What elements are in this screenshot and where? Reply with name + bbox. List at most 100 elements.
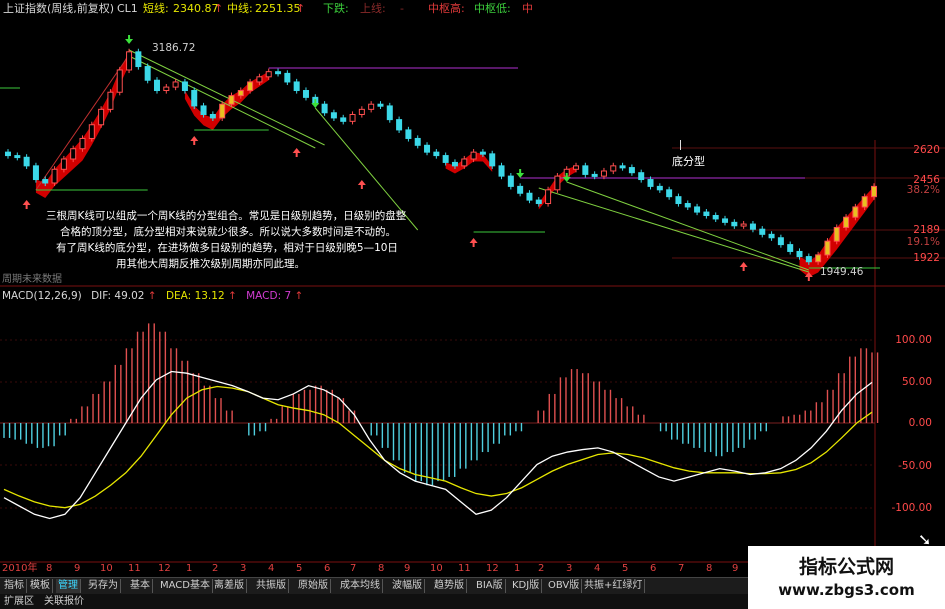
watermark-url: www.zbgs3.com [778,581,915,599]
macd-histogram [3,323,879,520]
candle-body [694,206,701,213]
candle-body [815,254,822,263]
x-tick: 8 [378,563,385,574]
candle-body [32,165,39,181]
tab-extension[interactable]: 扩展区 [4,595,34,608]
x-tick: 4 [268,563,275,574]
candle-body [302,90,309,98]
tab-deviation[interactable]: 离差版 [212,579,247,593]
macd-tick-neg100: -100.00 [891,502,932,514]
tab-macd-basic[interactable]: MACD基本 [158,579,213,593]
dea-value: 13.12 [194,290,225,302]
candle-body [79,137,86,150]
candle-body [656,185,663,191]
tab-cost-ma[interactable]: 成本均线 [338,579,383,593]
candle-body [638,172,645,181]
tab-save-as[interactable]: 另存为 [86,579,121,593]
candle-body [414,137,421,146]
candle-body [479,151,486,155]
x-tick: 6 [650,563,657,574]
x-tick: 10 [100,563,113,574]
indicator-tab-bar: 指标 模板 管理 另存为 基本 MACD基本 离差版 共振版 原始版 成本均线 … [0,577,750,594]
tab-kdj[interactable]: KDJ版 [510,579,543,593]
tab-amplitude[interactable]: 波幅版 [390,579,425,593]
candle-body [545,189,552,205]
annotation-line-4: 用其他大周期反推次级别周期亦同此理。 [116,258,305,270]
x-tick: 9 [732,563,739,574]
tab-original[interactable]: 原始版 [296,579,331,593]
tab-related-quote[interactable]: 关联报价 [44,595,84,608]
candle-body [591,173,598,177]
candle-body [284,72,291,83]
macd-title: MACD(12,26,9) [2,290,82,302]
candle-body [126,51,133,71]
price-tick-2620: 2620 [913,144,940,156]
candle-body [749,223,756,230]
macd-value-label: MACD: [246,290,282,302]
trend-line-up [35,54,130,191]
candle-body [275,71,282,75]
tab-manage[interactable]: 管理 [56,579,81,593]
red-trend-band [184,71,269,131]
candle-body [433,151,440,157]
dif-arrow-icon: ↑ [147,290,157,302]
low-price-label: 1949.46 [820,266,864,278]
candle-body [228,95,235,105]
macd-tick-0: 0.00 [908,417,932,429]
candle-body [256,76,263,83]
candle-body [368,103,375,110]
x-tick: 2010年 [2,563,38,574]
tab-template[interactable]: 模板 [28,579,53,593]
candle-body [14,155,21,159]
price-tick-1922: 1922 [913,252,940,264]
tab-indicator[interactable]: 指标 [2,579,27,593]
candle-body [321,103,328,114]
candle-body [405,129,412,139]
candle-body [526,192,533,201]
bottom-bar: 扩展区 关联报价 [0,594,750,609]
candle-body [293,81,300,92]
candle-body [442,155,449,163]
candle-body [98,108,105,126]
pct-tick-191: 19.1% [906,236,940,248]
candle-body [824,240,831,256]
candle-body [740,223,747,227]
candle-body [144,66,151,81]
candle-body [675,196,682,205]
annotation-line-3: 有了周K线的底分型，在进场做多日级别的趋势，相对于日级别晚5—10日 [56,242,398,254]
candle-body [470,151,477,160]
candle-body [852,206,859,218]
tab-resonance[interactable]: 共振版 [254,579,289,593]
candle-body [582,165,589,175]
x-tick: 10 [430,563,443,574]
candle-body [489,153,496,167]
candle-body [377,103,384,107]
pct-tick-382: 38.2% [906,184,940,196]
tab-resonance-light[interactable]: 共振+红绿灯 [582,579,646,593]
grid-lines [0,140,945,563]
x-tick: 3 [240,563,247,574]
candle-body [330,112,337,119]
price-and-macd-chart [0,35,945,563]
candle-body [554,175,561,191]
x-tick: 12 [158,563,171,574]
macd-value: 7 [284,290,292,302]
dif-label: DIF: [91,290,112,302]
candle-body [60,158,67,170]
tab-trend[interactable]: 趋势版 [432,579,467,593]
candle-body [219,103,226,119]
x-tick: 12 [486,563,499,574]
peak-price-label: 3186.72 [152,42,196,54]
tab-basic[interactable]: 基本 [128,579,153,593]
candle-body [703,211,710,217]
x-tick: 8 [706,563,713,574]
candle-body [116,69,123,93]
dea-arrow-icon: ↑ [227,290,237,302]
candle-body [70,148,77,160]
candle-body [181,81,188,92]
candle-body [600,170,607,177]
tab-obv[interactable]: OBV版 [546,579,583,593]
annotation-text: 三根周K线可以组成一个周K线的分型组合。常见是日级别趋势，日级别的盘整 合格的顶… [42,208,442,272]
tab-bia[interactable]: BIA版 [474,579,506,593]
faded-label: 周期未来数据 [2,274,62,285]
